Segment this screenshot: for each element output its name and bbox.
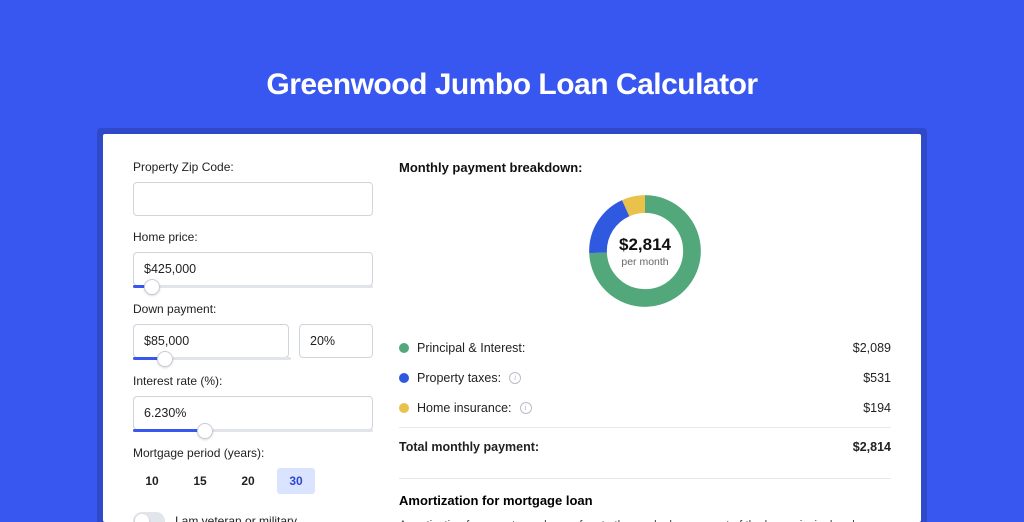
form-column: Property Zip Code: Home price: Down paym… bbox=[133, 160, 373, 522]
mortgage-period-field: Mortgage period (years): 10 15 20 30 bbox=[133, 446, 373, 494]
amortization-text: Amortization for a mortgage loan refers … bbox=[399, 518, 891, 522]
legend-row-total: Total monthly payment: $2,814 bbox=[399, 427, 891, 462]
mortgage-period-options: 10 15 20 30 bbox=[133, 468, 373, 494]
down-payment-label: Down payment: bbox=[133, 302, 373, 316]
interest-rate-label: Interest rate (%): bbox=[133, 374, 373, 388]
legend-total-value: $2,814 bbox=[853, 440, 891, 454]
down-payment-slider-thumb[interactable] bbox=[157, 351, 173, 367]
donut-sub: per month bbox=[621, 256, 668, 268]
zip-label: Property Zip Code: bbox=[133, 160, 373, 174]
legend-label-tax: Property taxes: bbox=[417, 371, 501, 385]
calculator-card: Property Zip Code: Home price: Down paym… bbox=[103, 134, 921, 522]
period-option-20[interactable]: 20 bbox=[229, 468, 267, 494]
legend-row-pi: Principal & Interest: $2,089 bbox=[399, 333, 891, 363]
donut-amount: $2,814 bbox=[619, 235, 671, 255]
interest-rate-slider[interactable] bbox=[133, 429, 373, 432]
period-option-15[interactable]: 15 bbox=[181, 468, 219, 494]
amortization-section: Amortization for mortgage loan Amortizat… bbox=[399, 478, 891, 522]
veteran-row: I am veteran or military bbox=[133, 512, 373, 522]
legend-value-tax: $531 bbox=[863, 371, 891, 385]
legend-label-ins: Home insurance: bbox=[417, 401, 512, 415]
period-option-10[interactable]: 10 bbox=[133, 468, 171, 494]
donut-chart: $2,814 per month bbox=[583, 189, 707, 313]
veteran-label: I am veteran or military bbox=[175, 514, 297, 522]
info-icon[interactable]: i bbox=[509, 372, 521, 384]
donut-chart-wrap: $2,814 per month bbox=[399, 189, 891, 313]
down-payment-pct-input[interactable] bbox=[299, 324, 373, 358]
legend-dot-green bbox=[399, 343, 409, 353]
zip-field: Property Zip Code: bbox=[133, 160, 373, 216]
mortgage-period-label: Mortgage period (years): bbox=[133, 446, 373, 460]
legend-row-ins: Home insurance: i $194 bbox=[399, 393, 891, 423]
legend-dot-yellow bbox=[399, 403, 409, 413]
breakdown-heading: Monthly payment breakdown: bbox=[399, 160, 891, 175]
interest-rate-input[interactable] bbox=[133, 396, 373, 430]
legend-row-tax: Property taxes: i $531 bbox=[399, 363, 891, 393]
interest-rate-slider-thumb[interactable] bbox=[197, 423, 213, 439]
interest-rate-field: Interest rate (%): bbox=[133, 374, 373, 432]
home-price-slider[interactable] bbox=[133, 285, 373, 288]
veteran-toggle[interactable] bbox=[133, 512, 165, 522]
home-price-input[interactable] bbox=[133, 252, 373, 286]
amortization-heading: Amortization for mortgage loan bbox=[399, 493, 891, 508]
period-option-30[interactable]: 30 bbox=[277, 468, 315, 494]
legend-value-ins: $194 bbox=[863, 401, 891, 415]
donut-center: $2,814 per month bbox=[583, 189, 707, 313]
legend-value-pi: $2,089 bbox=[853, 341, 891, 355]
down-payment-slider[interactable] bbox=[133, 357, 291, 360]
down-payment-amount-input[interactable] bbox=[133, 324, 289, 358]
zip-input[interactable] bbox=[133, 182, 373, 216]
legend-total-label: Total monthly payment: bbox=[399, 440, 539, 454]
legend-label-pi: Principal & Interest: bbox=[417, 341, 525, 355]
calculator-shadow-wrap: Property Zip Code: Home price: Down paym… bbox=[97, 128, 927, 522]
veteran-toggle-knob bbox=[135, 514, 149, 522]
breakdown-column: Monthly payment breakdown: $2,814 per mo… bbox=[399, 160, 891, 522]
legend-dot-blue bbox=[399, 373, 409, 383]
home-price-slider-thumb[interactable] bbox=[144, 279, 160, 295]
home-price-field: Home price: bbox=[133, 230, 373, 288]
info-icon[interactable]: i bbox=[520, 402, 532, 414]
down-payment-field: Down payment: bbox=[133, 302, 373, 360]
home-price-label: Home price: bbox=[133, 230, 373, 244]
page-title: Greenwood Jumbo Loan Calculator bbox=[0, 0, 1024, 128]
